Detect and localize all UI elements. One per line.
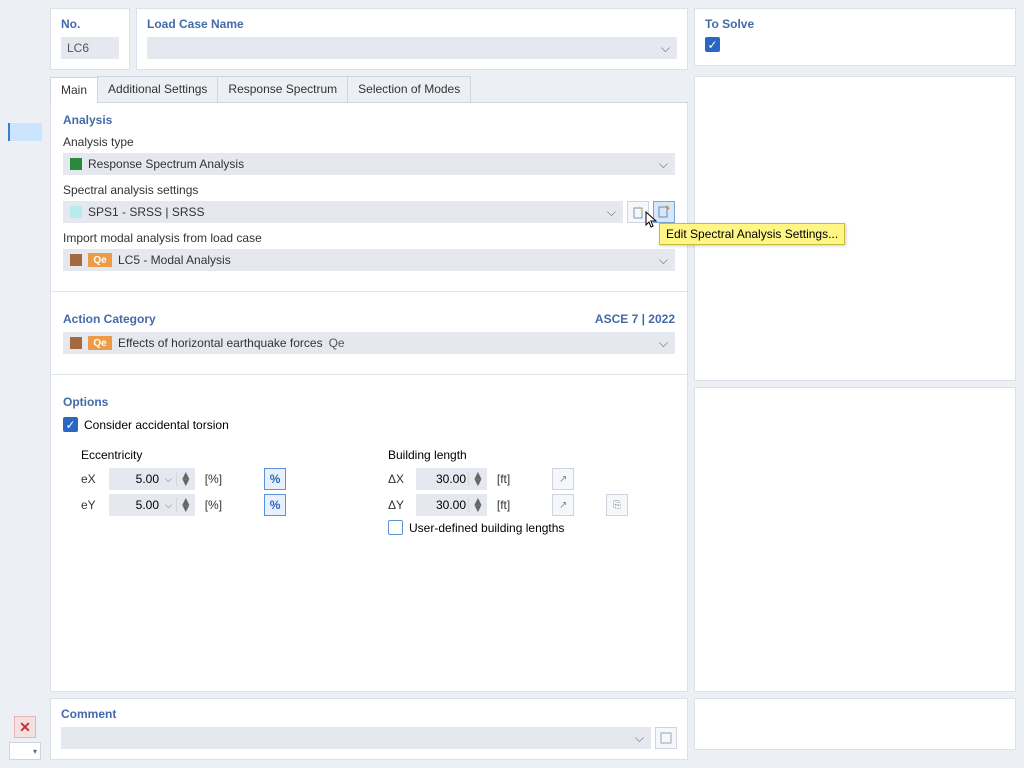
action-icon [70, 337, 82, 349]
dy-spin[interactable]: ▲▼ [416, 494, 487, 516]
analysis-type-icon [70, 158, 82, 170]
copy-lengths-button[interactable]: ⎘ [606, 494, 628, 516]
tab-selection-of-modes[interactable]: Selection of Modes [347, 76, 471, 102]
analysis-type-value: Response Spectrum Analysis [88, 157, 244, 171]
dx-label: ΔX [388, 472, 410, 486]
comment-label: Comment [61, 707, 677, 721]
dx-unit: [ft] [497, 472, 510, 486]
chevron-down-icon: ⌵ [659, 157, 668, 172]
dx-spin[interactable]: ▲▼ [416, 468, 487, 490]
preview-pane-2 [694, 387, 1016, 692]
action-section: Action Category ASCE 7 | 2022 [63, 312, 675, 326]
new-document-icon [631, 205, 645, 219]
accidental-torsion-checkbox[interactable]: ✓ [63, 417, 78, 432]
list-selection-marker [8, 123, 42, 141]
import-modal-combo[interactable]: Qe LC5 - Modal Analysis ⌵ [63, 249, 675, 271]
import-modal-label: Import modal analysis from load case [63, 231, 675, 245]
qe-badge: Qe [88, 253, 112, 267]
left-rail: ✕ ▾ [8, 8, 42, 760]
load-case-icon [70, 254, 82, 266]
action-category-combo[interactable]: Qe Effects of horizontal earthquake forc… [63, 332, 675, 354]
dx-pick-button[interactable]: ↗ [552, 468, 574, 490]
import-modal-value: LC5 - Modal Analysis [118, 253, 231, 267]
ex-label: eX [81, 472, 103, 486]
eccentricity-label: Eccentricity [81, 448, 368, 462]
tooltip: Edit Spectral Analysis Settings... [659, 223, 845, 245]
chevron-down-icon: ⌵ [607, 205, 616, 220]
tab-response-spectrum[interactable]: Response Spectrum [217, 76, 348, 102]
spectral-settings-value: SPS1 - SRSS | SRSS [88, 205, 205, 219]
ey-percent-button[interactable]: % [264, 494, 286, 516]
ex-input[interactable] [109, 471, 161, 487]
name-label: Load Case Name [147, 17, 677, 31]
user-defined-lengths-checkbox[interactable] [388, 520, 403, 535]
standard-label: ASCE 7 | 2022 [595, 312, 675, 326]
no-label: No. [61, 17, 119, 31]
delete-button[interactable]: ✕ [14, 716, 36, 738]
tabs: Main Additional Settings Response Spectr… [50, 76, 688, 103]
dy-pick-button[interactable]: ↗ [552, 494, 574, 516]
dy-label: ΔY [388, 498, 410, 512]
to-solve-checkbox[interactable]: ✓ [705, 37, 720, 52]
dy-unit: [ft] [497, 498, 510, 512]
chevron-down-icon: ⌵ [659, 253, 668, 268]
solve-label: To Solve [705, 17, 1005, 31]
cursor-icon [645, 211, 659, 231]
chevron-down-icon: ⌵ [635, 731, 644, 746]
analysis-type-combo[interactable]: Response Spectrum Analysis ⌵ [63, 153, 675, 175]
action-desc: Effects of horizontal earthquake forces [118, 336, 323, 350]
options-section: Options [63, 395, 675, 409]
ey-unit: [%] [205, 498, 222, 512]
accidental-torsion-label: Consider accidental torsion [84, 418, 229, 432]
analysis-type-label: Analysis type [63, 135, 675, 149]
note-icon [660, 732, 672, 744]
ex-unit: [%] [205, 472, 222, 486]
chevron-down-icon: ⌵ [659, 336, 668, 351]
edit-document-icon [657, 205, 671, 219]
analysis-section: Analysis [63, 113, 675, 127]
spectral-settings-label: Spectral analysis settings [63, 183, 675, 197]
tab-additional-settings[interactable]: Additional Settings [97, 76, 218, 102]
ex-percent-button[interactable]: % [264, 468, 286, 490]
ex-spin[interactable]: ⌵▲▼ [109, 468, 195, 490]
chevron-down-icon: ⌵ [661, 41, 670, 56]
dy-input[interactable] [416, 497, 468, 513]
action-suffix: Qe [329, 336, 345, 350]
ey-spin[interactable]: ⌵▲▼ [109, 494, 195, 516]
user-defined-lengths-label: User-defined building lengths [409, 521, 564, 535]
spectral-settings-icon [70, 206, 82, 218]
tab-main[interactable]: Main [50, 77, 98, 103]
ey-label: eY [81, 498, 103, 512]
no-field[interactable] [61, 37, 119, 59]
filter-dropdown[interactable]: ▾ [9, 742, 41, 760]
name-combo[interactable]: ⌵ [147, 37, 677, 59]
dx-input[interactable] [416, 471, 468, 487]
preview-pane-3 [694, 698, 1016, 750]
ey-input[interactable] [109, 497, 161, 513]
comment-edit-button[interactable] [655, 727, 677, 749]
building-length-label: Building length [388, 448, 675, 462]
qe-badge: Qe [88, 336, 112, 350]
spectral-settings-combo[interactable]: SPS1 - SRSS | SRSS ⌵ [63, 201, 623, 223]
comment-combo[interactable]: ⌵ [61, 727, 651, 749]
